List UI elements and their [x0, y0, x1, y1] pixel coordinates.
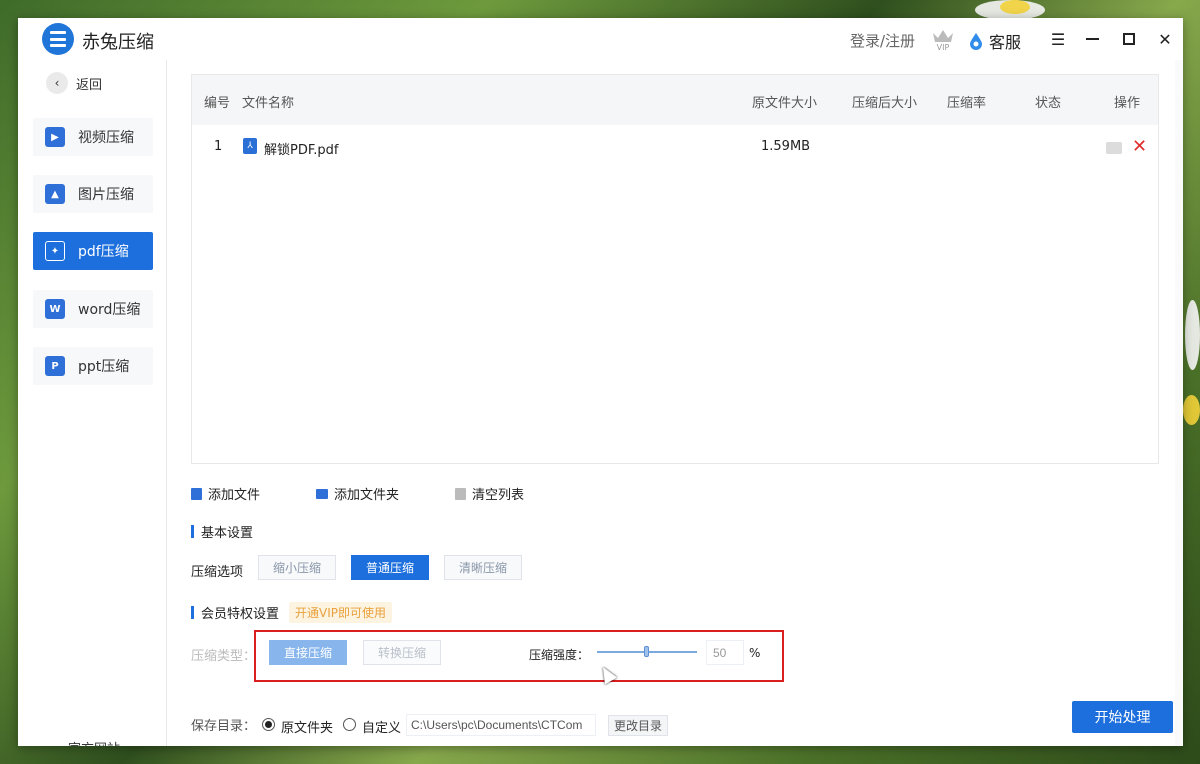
svg-text:VIP: VIP	[937, 43, 950, 51]
radio-original-folder[interactable]	[262, 718, 275, 731]
title-bar: 赤兔压缩 登录/注册 VIP 客服 ☰ ✕	[18, 18, 1183, 60]
sidebar-item-pdf[interactable]: ✦ pdf压缩	[33, 232, 153, 270]
word-icon: W	[45, 299, 65, 319]
brush-icon	[455, 487, 466, 500]
add-file-button[interactable]: 添加文件	[191, 484, 260, 503]
save-path-input[interactable]	[406, 714, 596, 736]
add-file-label: 添加文件	[208, 488, 261, 503]
add-folder-label: 添加文件夹	[334, 488, 400, 503]
option-clear-button[interactable]: 清晰压缩	[444, 555, 522, 580]
file-icon	[191, 487, 202, 500]
chevron-left-icon: ‹	[46, 72, 68, 94]
customer-service-button[interactable]: 客服	[968, 29, 1021, 53]
sidebar-item-label: 图片压缩	[78, 187, 134, 203]
sidebar-item-label: word压缩	[78, 302, 141, 318]
start-button[interactable]: 开始处理	[1072, 701, 1173, 733]
clear-list-button[interactable]: 清空列表	[455, 484, 524, 503]
radio-custom-folder[interactable]	[343, 718, 356, 731]
folder-icon	[316, 488, 328, 499]
column-header-compressed-size: 压缩后大小	[852, 96, 918, 111]
sidebar-item-label: ppt压缩	[78, 359, 130, 375]
option-normal-button[interactable]: 普通压缩	[351, 555, 429, 580]
clear-list-label: 清空列表	[472, 488, 525, 503]
original-folder-label: 原文件夹	[281, 721, 334, 736]
scrollbar[interactable]	[1175, 60, 1183, 746]
menu-icon[interactable]: ☰	[1048, 29, 1068, 49]
back-label: 返回	[76, 77, 103, 93]
sidebar-item-label: 视频压缩	[78, 130, 134, 146]
image-icon: ▲	[45, 184, 65, 204]
ppt-icon: P	[45, 356, 65, 376]
sidebar-item-label: pdf压缩	[78, 244, 129, 260]
change-directory-button[interactable]: 更改目录	[608, 715, 668, 736]
column-header-actions: 操作	[1114, 96, 1141, 111]
sidebar-item-video[interactable]: ▶ 视频压缩	[33, 118, 153, 156]
table-row[interactable]: 1 ⅄ 解锁PDF.pdf 1.59MB ✕	[192, 125, 1158, 169]
add-folder-button[interactable]: 添加文件夹	[316, 484, 399, 503]
sidebar-item-ppt[interactable]: P ppt压缩	[33, 347, 153, 385]
folder-icon[interactable]	[1106, 142, 1122, 154]
compress-option-label: 压缩选项	[191, 565, 244, 580]
app-title: 赤兔压缩	[82, 32, 154, 53]
basic-settings-title: 基本设置	[191, 522, 253, 541]
save-dir-label: 保存目录：	[191, 719, 257, 734]
background-flower	[1183, 395, 1200, 425]
pdf-file-icon: ⅄	[243, 138, 257, 154]
vip-settings-title: 会员特权设置 开通VIP即可使用	[191, 602, 393, 623]
file-table: 编号 文件名称 原文件大小 压缩后大小 压缩率 状态 操作 1 ⅄ 解锁PDF.…	[191, 74, 1159, 464]
vip-crown-icon[interactable]: VIP	[930, 25, 956, 51]
droplet-icon	[970, 33, 982, 50]
column-header-name: 文件名称	[242, 96, 295, 111]
video-icon: ▶	[45, 127, 65, 147]
vip-tag[interactable]: 开通VIP即可使用	[289, 602, 393, 623]
customer-service-label: 客服	[989, 33, 1022, 52]
minimize-icon[interactable]	[1082, 29, 1102, 49]
official-site-link[interactable]: 官方网站	[68, 738, 120, 746]
file-name: 解锁PDF.pdf	[264, 143, 339, 158]
maximize-icon[interactable]	[1119, 29, 1139, 49]
back-button[interactable]: ‹ 返回	[46, 72, 102, 94]
original-size: 1.59MB	[761, 139, 811, 154]
background-flower	[1000, 0, 1030, 14]
close-icon[interactable]: ✕	[1155, 29, 1175, 49]
sidebar-item-image[interactable]: ▲ 图片压缩	[33, 175, 153, 213]
pdf-icon: ✦	[45, 241, 65, 261]
table-header: 编号 文件名称 原文件大小 压缩后大小 压缩率 状态 操作	[192, 75, 1158, 125]
column-header-original-size: 原文件大小	[752, 96, 818, 111]
column-header-no: 编号	[204, 96, 231, 111]
app-logo-icon	[42, 23, 74, 55]
background-flower	[1185, 300, 1200, 370]
row-number: 1	[214, 139, 223, 154]
sidebar: ‹ 返回 ▶ 视频压缩 ▲ 图片压缩 ✦ pdf压缩 W word压缩 P pp…	[18, 60, 167, 746]
app-window: 赤兔压缩 登录/注册 VIP 客服 ☰ ✕ ‹ 返回 ▶ 视频压缩 ▲ 图片压缩…	[18, 18, 1183, 746]
compress-type-label: 压缩类型：	[191, 649, 257, 664]
login-register-link[interactable]: 登录/注册	[850, 30, 915, 51]
delete-icon[interactable]: ✕	[1132, 136, 1147, 157]
option-shrink-button[interactable]: 缩小压缩	[258, 555, 336, 580]
column-header-rate: 压缩率	[947, 96, 987, 111]
custom-folder-label: 自定义	[362, 721, 402, 736]
column-header-status: 状态	[1035, 96, 1062, 111]
sidebar-item-word[interactable]: W word压缩	[33, 290, 153, 328]
highlight-box	[254, 630, 784, 682]
